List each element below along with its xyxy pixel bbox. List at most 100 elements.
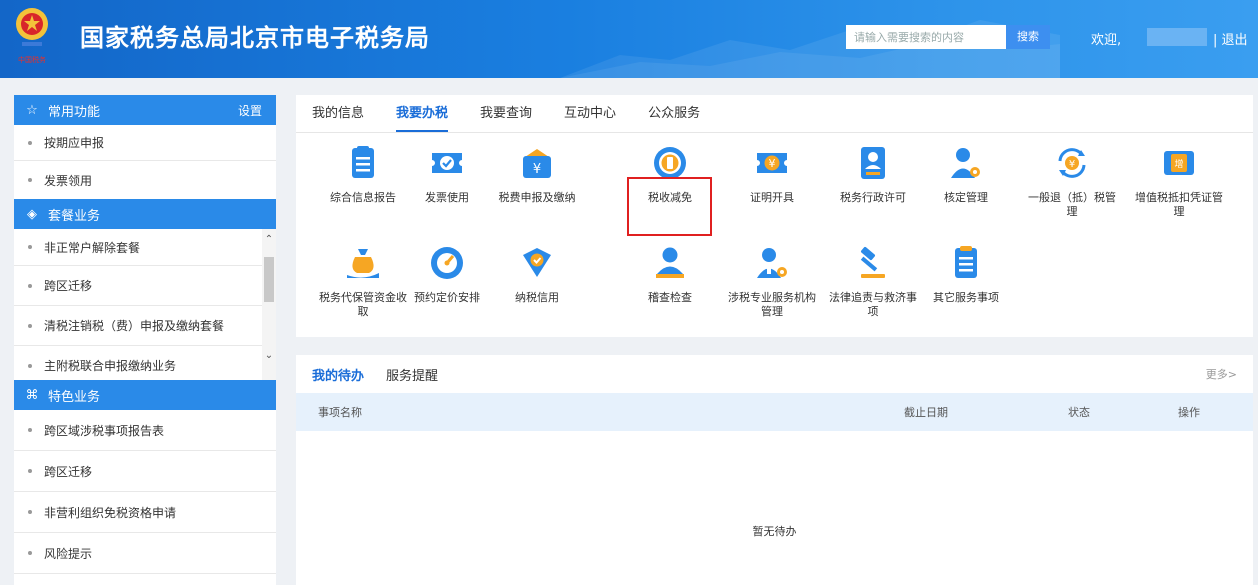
star-icon: ☆ [26,102,38,118]
col-item-name: 事项名称 [318,406,362,419]
sidebar-item-relocation[interactable]: 跨区迁移 [14,266,276,306]
tab-query[interactable]: 我要查询 [480,96,532,132]
service-info-report[interactable]: 综合信息报告 [318,145,408,205]
package-list: 非正常户解除套餐 跨区迁移 清税注销税（费）申报及缴纳套餐 主附税联合申报缴纳业… [14,229,276,389]
service-label: 核定管理 [944,191,988,204]
sidebar-item-label: 主附税联合申报缴纳业务 [44,359,177,373]
service-label: 稽查检查 [648,291,692,304]
sidebar-item-label: 清税注销税（费）申报及缴纳套餐 [44,319,225,333]
chevron-down-icon[interactable]: ⌄ [262,349,276,363]
sidebar-item-invoice-claim[interactable]: 发票领用 [14,161,276,199]
more-link[interactable]: 更多> [1206,366,1237,382]
service-assessment[interactable]: 核定管理 [921,145,1011,205]
sidebar-item-periodic-declaration[interactable]: 按期应申报 [14,125,276,161]
service-legal-remedy[interactable]: 法律追责与救济事项 [828,245,918,319]
yuan-refresh-icon: ¥ [1058,148,1086,178]
sidebar-item-risk-alert[interactable]: 风险提示 [14,533,276,574]
yuan-ticket-icon: ¥ [757,153,787,173]
table-header: 事项名称 截止日期 状态 操作 [296,393,1253,431]
service-label: 预约定价安排 [414,291,480,304]
vat-ticket-icon: 增 [1164,151,1194,175]
invoice-check-icon [432,153,462,173]
service-label: 发票使用 [425,191,469,204]
section-special-business[interactable]: ⌘ 特色业务 [14,380,276,410]
todo-tabs: 我的待办 服务提醒 更多> [296,355,1253,393]
service-custody-funds[interactable]: 税务代保管资金收取 [318,245,408,319]
sidebar-item-label: 按期应申报 [44,136,105,150]
bullet-icon [28,551,32,555]
inspector-icon [656,247,684,278]
service-label: 证明开具 [750,191,794,204]
svg-text:¥: ¥ [769,157,776,170]
service-pricing-arrangement[interactable]: 预约定价安排 [402,245,492,305]
welcome-text: 欢迎, [1091,33,1122,48]
section-title: 特色业务 [48,389,101,405]
bullet-icon [28,510,32,514]
search-input[interactable] [846,25,1006,49]
shield-check-icon [523,248,551,277]
sidebar-item-label: 跨区迁移 [44,464,93,479]
tab-service-reminder[interactable]: 服务提醒 [386,365,438,384]
tab-my-info[interactable]: 我的信息 [312,96,364,132]
package-scrollbar[interactable]: ⌃ ⌄ [262,229,276,389]
service-label: 税务行政许可 [840,191,906,204]
svg-text:增: 增 [1174,158,1183,170]
yuan-envelope-icon: ¥ [523,149,551,178]
sidebar: ☆ 常用功能 设置 按期应申报 发票领用 ◈ 套餐业务 非正常户解除套餐 跨区迁… [14,95,276,585]
service-declaration-payment[interactable]: ¥ 税费申报及缴纳 [492,145,582,205]
tab-public-service[interactable]: 公众服务 [648,96,700,132]
user-settings-icon [757,248,787,278]
sidebar-item-deregistration[interactable]: 清税注销税（费）申报及缴纳套餐 [14,306,276,346]
svg-text:¥: ¥ [533,162,541,177]
service-inspection[interactable]: 稽查检查 [625,245,715,305]
service-grid: 综合信息报告 发票使用 ¥ 税费申报及缴纳 税收减免 ¥ 证明开具 税务行政许可… [296,133,1253,333]
service-label: 增值税抵扣凭证管理 [1135,191,1223,218]
search-button[interactable]: 搜索 [1006,25,1050,49]
service-label: 税费申报及缴纳 [498,191,576,204]
todo-panel: 我的待办 服务提醒 更多> 事项名称 截止日期 状态 操作 暂无待办 [296,355,1253,585]
logout-link[interactable]: | 退出 [1213,29,1248,48]
sidebar-item-cross-region-report[interactable]: 跨区域涉税事项报告表 [14,410,276,451]
col-deadline: 截止日期 [904,406,948,419]
settings-link[interactable]: 设置 [238,102,262,119]
service-invoice-use[interactable]: 发票使用 [402,145,492,205]
main-tabs: 我的信息 我要办税 我要查询 互动中心 公众服务 [296,95,1253,133]
service-admin-license[interactable]: 税务行政许可 [828,145,918,205]
sidebar-item-relocation-2[interactable]: 跨区迁移 [14,451,276,492]
service-label: 涉税专业服务机构管理 [728,291,816,318]
sidebar-item-nonprofit-exemption[interactable]: 非营利组织免税资格申请 [14,492,276,533]
user-gear-icon [951,148,980,178]
col-status: 状态 [1068,406,1090,419]
tab-my-todo[interactable]: 我的待办 [312,365,364,384]
bullet-icon [28,363,32,368]
tab-handle-tax[interactable]: 我要办税 [396,96,449,132]
service-refund[interactable]: ¥ 一般退（抵）税管理 [1027,145,1117,219]
service-vat-credit[interactable]: 增 增值税抵扣凭证管理 [1134,145,1224,219]
site-header: 中国税务 国家税务总局北京市电子税务局 搜索 欢迎, | 退出 [0,0,1258,78]
sidebar-item-abnormal-release[interactable]: 非正常户解除套餐 [14,229,276,266]
section-title: 套餐业务 [48,208,101,224]
section-package-business[interactable]: ◈ 套餐业务 [14,199,276,229]
empty-message: 暂无待办 [752,525,797,538]
bullet-icon [28,178,32,182]
bullet-icon [28,140,32,145]
gavel-icon [860,246,885,278]
scrollbar-thumb[interactable] [264,257,274,302]
section-common-functions[interactable]: ☆ 常用功能 设置 [14,95,276,125]
service-other[interactable]: 其它服务事项 [921,245,1011,305]
id-card-icon [861,147,885,179]
service-tax-credit[interactable]: 纳税信用 [492,245,582,305]
service-label: 其它服务事项 [933,291,999,304]
tab-interaction[interactable]: 互动中心 [564,96,616,132]
chevron-up-icon[interactable]: ⌃ [262,233,276,247]
highlight-box [627,177,712,236]
service-certificate[interactable]: ¥ 证明开具 [727,145,817,205]
bullet-icon [28,469,32,473]
coin-icon [654,147,686,179]
list-icon [955,246,977,278]
tax-emblem-icon: 中国税务 [16,8,48,64]
sidebar-item-label: 跨区迁移 [44,279,93,293]
service-agency-management[interactable]: 涉税专业服务机构管理 [727,245,817,319]
sidebar-item-label: 发票领用 [44,173,93,188]
svg-text:¥: ¥ [1069,159,1075,170]
